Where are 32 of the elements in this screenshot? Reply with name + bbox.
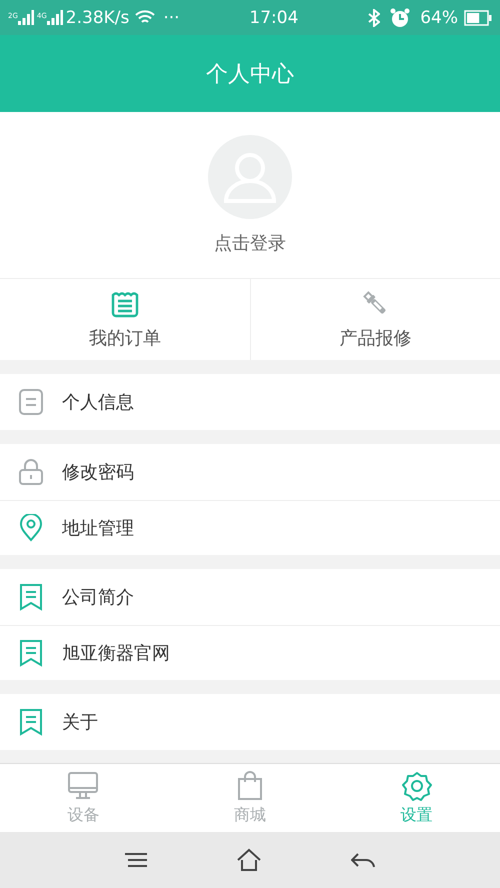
document-icon bbox=[18, 388, 44, 416]
menu-item[interactable]: 关于 bbox=[62, 710, 98, 734]
more-indicator: ··· bbox=[163, 8, 180, 28]
bluetooth-icon bbox=[368, 8, 380, 26]
quick-action[interactable]: 产品报修 bbox=[339, 326, 412, 350]
monitor-icon bbox=[67, 770, 100, 800]
battery-percent: 64% bbox=[420, 8, 458, 28]
battery-icon bbox=[464, 10, 492, 26]
signal-icon bbox=[46, 10, 63, 25]
menu-item[interactable]: 旭亚衡器官网 bbox=[62, 641, 170, 665]
login-link[interactable]: 点击登录 bbox=[214, 231, 286, 255]
settings-icon bbox=[400, 770, 433, 800]
lock-icon bbox=[18, 458, 44, 486]
location-pin-icon bbox=[18, 514, 44, 542]
notepad-icon bbox=[110, 290, 140, 318]
bookmark-icon bbox=[18, 583, 44, 611]
network-speed: 2.38K/s bbox=[66, 8, 130, 28]
clock-time: 17:04 bbox=[249, 8, 298, 28]
back-icon[interactable] bbox=[351, 852, 375, 868]
menu-item[interactable]: 地址管理 bbox=[62, 516, 134, 540]
wifi-icon bbox=[135, 10, 156, 26]
menu-icon[interactable] bbox=[125, 852, 147, 868]
home-icon[interactable] bbox=[237, 848, 261, 872]
menu-item[interactable]: 公司简介 bbox=[62, 585, 134, 609]
signal-icon bbox=[18, 10, 34, 25]
menu-item[interactable]: 修改密码 bbox=[62, 460, 134, 484]
page-title: 个人中心 bbox=[0, 35, 500, 112]
alarm-clock-icon bbox=[390, 8, 410, 28]
bookmark-icon bbox=[18, 708, 44, 736]
bookmark-icon bbox=[18, 639, 44, 667]
quick-action[interactable]: 我的订单 bbox=[88, 326, 161, 350]
menu-item[interactable]: 个人信息 bbox=[62, 390, 134, 414]
